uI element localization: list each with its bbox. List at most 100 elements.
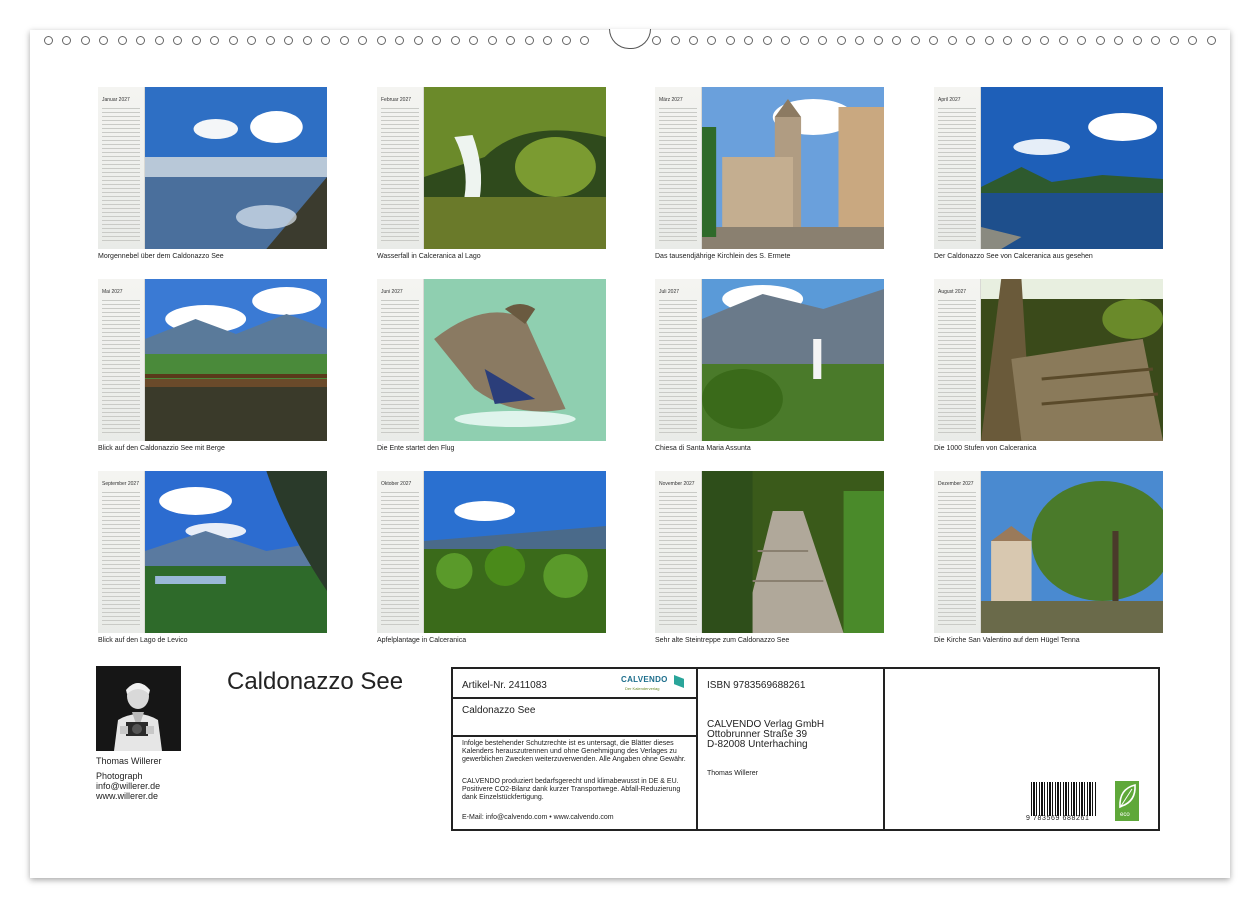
binding-hole	[762, 35, 772, 45]
binding-hole	[670, 35, 680, 45]
calvendo-flag-icon	[674, 675, 684, 688]
binding-hole	[984, 35, 994, 45]
month-page-5: Mai 2027	[98, 279, 327, 441]
isbn: ISBN 9783569688261	[707, 680, 806, 691]
month-name: November 2027	[659, 481, 695, 487]
publisher-city: D-82008 Unterhaching	[707, 739, 808, 750]
day-lines	[381, 105, 419, 243]
binding-hole	[506, 35, 516, 45]
day-lines	[659, 297, 697, 435]
binding-hole	[929, 35, 939, 45]
month-photo	[145, 471, 327, 633]
day-list-strip: Januar 2027	[98, 87, 145, 249]
day-lines	[381, 297, 419, 435]
binding-hole	[432, 35, 442, 45]
binding-hole	[395, 35, 405, 45]
day-list-strip: Oktober 2027	[377, 471, 424, 633]
month-name: März 2027	[659, 97, 683, 103]
month-name: Oktober 2027	[381, 481, 412, 487]
binding-hole	[707, 35, 717, 45]
month-caption: Sehr alte Steintreppe zum Caldonazzo See	[655, 637, 790, 644]
month-photo	[145, 279, 327, 441]
binding-hole	[228, 35, 238, 45]
binding-hole	[1021, 35, 1031, 45]
binding-hole	[173, 35, 183, 45]
month-page-7: Juli 2027	[655, 279, 884, 441]
publisher-cell: ISBN 9783569688261 CALVENDO Verlag GmbH …	[698, 669, 885, 829]
day-lines	[938, 105, 976, 243]
binding-hole	[247, 35, 257, 45]
binding-hole	[966, 35, 976, 45]
month-photo	[145, 87, 327, 249]
binding-hole	[873, 35, 883, 45]
binding-hole	[543, 35, 553, 45]
binding-hole	[818, 35, 828, 45]
month-page-8: August 2027	[934, 279, 1163, 441]
day-list-strip: August 2027	[934, 279, 981, 441]
day-list-strip: September 2027	[98, 471, 145, 633]
binding-hole	[580, 35, 590, 45]
author-name: Thomas Willerer	[96, 756, 162, 766]
binding-hole	[1151, 35, 1161, 45]
binding-hole	[1058, 35, 1068, 45]
month-caption: Chiesa di Santa Maria Assunta	[655, 445, 751, 452]
calendar-cover-sheet: Januar 2027 Morgennebel über dem Caldonaz…	[30, 29, 1230, 878]
binding-hole	[1003, 35, 1013, 45]
day-list-strip: Mai 2027	[98, 279, 145, 441]
month-photo	[424, 87, 606, 249]
binding-hole	[210, 35, 220, 45]
day-lines	[938, 297, 976, 435]
month-caption: Der Caldonazzo See von Calceranica aus g…	[934, 253, 1093, 260]
info-title: Caldonazzo See	[462, 705, 536, 716]
eco-label: eco	[1120, 812, 1130, 818]
binding-hole	[652, 35, 662, 45]
month-caption: Blick auf den Lago de Levico	[98, 637, 188, 644]
binding-hole	[136, 35, 146, 45]
binding-hole	[450, 35, 460, 45]
binding-hole	[284, 35, 294, 45]
binding-hole	[1132, 35, 1142, 45]
binding-hole	[321, 35, 331, 45]
info-author: Thomas Willerer	[707, 770, 758, 777]
day-list-strip: Juni 2027	[377, 279, 424, 441]
month-photo	[981, 471, 1163, 633]
binding-hole	[744, 35, 754, 45]
article-number: Artikel-Nr. 2411083	[462, 680, 547, 691]
isbn-barcode	[1031, 782, 1097, 816]
day-list-strip: Dezember 2027	[934, 471, 981, 633]
legal-cell: Infolge bestehender Schutzrechte ist es …	[453, 737, 698, 829]
calvendo-logo: CALVENDO	[621, 675, 668, 684]
day-list-strip: Februar 2027	[377, 87, 424, 249]
month-caption: Wasserfall in Calceranica al Lago	[377, 253, 481, 260]
month-name: Februar 2027	[381, 97, 412, 103]
binding-hole	[1206, 35, 1216, 45]
binding-hole	[154, 35, 164, 45]
month-page-10: Oktober 2027	[377, 471, 606, 633]
binding-hole	[44, 35, 53, 45]
day-list-strip: März 2027	[655, 87, 702, 249]
month-photo	[702, 471, 884, 633]
binding-hole	[1114, 35, 1124, 45]
binding-hole	[358, 35, 368, 45]
author-photo	[96, 666, 181, 751]
legal-text-1: Infolge bestehender Schutzrechte ist es …	[462, 740, 686, 763]
binding-hole	[265, 35, 275, 45]
month-name: April 2027	[938, 97, 961, 103]
month-name: Juli 2027	[659, 289, 680, 295]
day-lines	[938, 489, 976, 627]
binding-hole	[1040, 35, 1050, 45]
author-web: www.willerer.de	[96, 791, 159, 801]
month-page-4: April 2027	[934, 87, 1163, 249]
binding-hole	[725, 35, 735, 45]
month-caption: Das tausendjährige Kirchlein des S. Erme…	[655, 253, 791, 260]
calvendo-tagline: Der Kalenderverlag	[625, 686, 660, 691]
day-lines	[102, 297, 140, 435]
binding-hole	[561, 35, 571, 45]
calendar-title: Caldonazzo See	[227, 668, 404, 695]
binding-hole	[836, 35, 846, 45]
day-lines	[102, 489, 140, 627]
binding-hole	[117, 35, 127, 45]
binding-hole	[524, 35, 534, 45]
binding-hole	[1095, 35, 1105, 45]
month-page-1: Januar 2027	[98, 87, 327, 249]
